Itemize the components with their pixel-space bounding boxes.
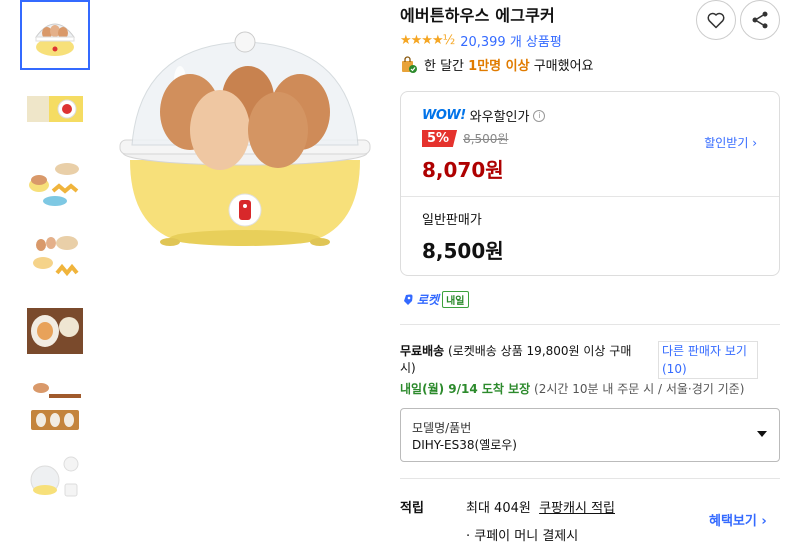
points-max-prefix: 최대 404원 <box>466 501 531 516</box>
model-option-select[interactable]: 모델명/품번 DIHY-ES38(옐로우) <box>400 408 780 462</box>
product-main-image <box>119 31 371 246</box>
popular-bag-icon <box>402 55 417 73</box>
other-sellers-button[interactable]: 다른 판매자 보기 (10) <box>658 341 758 379</box>
switch-closeup-thumbnail-image <box>27 96 83 122</box>
thumbnail-6[interactable] <box>20 370 90 445</box>
popular-highlight: 1만명 이상 <box>468 59 530 74</box>
share-icon <box>752 11 768 29</box>
original-price: 8,500원 <box>463 132 509 146</box>
coupay-note: · 쿠페이 머니 결제시 <box>466 529 579 544</box>
heart-icon <box>707 12 725 29</box>
rocket-delivery-badge: 로켓 내일 <box>400 291 469 308</box>
arrival-date: 내일(월) 9/14 도착 보장 <box>400 382 531 396</box>
coupang-cash-link[interactable]: 쿠팡캐시 적립 <box>539 501 615 516</box>
product-title: 에버튼하우스 에그쿠커 <box>400 6 555 25</box>
egg-tray-thumbnail-image <box>31 382 81 430</box>
info-icon[interactable]: i <box>533 109 546 122</box>
share-button[interactable] <box>740 0 780 40</box>
price-box-divider <box>401 196 779 197</box>
wow-label: 와우할인가 <box>469 110 530 125</box>
thumbnail-4[interactable] <box>20 222 90 292</box>
price-box: WOW! 와우할인가 i 5% 8,500원 8,070원 할인받기 › 일반판… <box>400 91 780 276</box>
popular-suffix: 구매했어요 <box>533 59 594 74</box>
wow-price-label-row: WOW! 와우할인가 i <box>422 106 546 125</box>
white-cooker-thumbnail-image <box>30 456 79 497</box>
option-divider <box>400 478 780 479</box>
review-count-link[interactable]: 20,399 개 상품평 <box>460 31 562 50</box>
wow-logo: WOW! <box>422 108 466 123</box>
popular-purchase-row: 한 달간 1만명 이상 구매했어요 <box>400 55 594 74</box>
thumbnail-7[interactable] <box>20 447 90 509</box>
steamed-dish-thumbnail-image <box>27 308 83 354</box>
egg-cooker-thumbnail-image <box>35 23 75 56</box>
thumbnail-2[interactable] <box>20 75 90 145</box>
wow-price: 8,070원 <box>422 158 504 182</box>
discount-row: 5% 8,500원 <box>422 130 508 147</box>
thumbnail-1[interactable] <box>20 0 90 70</box>
eggs-dishes-thumbnail-image <box>33 236 79 277</box>
normal-price: 8,500원 <box>422 239 504 263</box>
option-label: 모델명/품번 <box>412 421 472 435</box>
get-discount-link[interactable]: 할인받기 › <box>704 134 757 151</box>
arrival-note: (2시간 10분 내 주문 시 / 서울·경기 기준) <box>534 382 745 396</box>
normal-price-label: 일반판매가 <box>422 213 482 228</box>
delivery-estimate: 내일(월) 9/14 도착 보장 (2시간 10분 내 주문 시 / 서울·경기… <box>400 380 744 397</box>
popular-prefix: 한 달간 <box>424 59 465 74</box>
rating-row: ★★★★½ 20,399 개 상품평 <box>400 31 562 50</box>
points-label: 적립 <box>400 501 424 516</box>
cooked-eggs-thumbnail-image <box>29 163 79 206</box>
rocket-label: 로켓 <box>417 293 440 307</box>
rocket-icon <box>402 294 413 305</box>
thumbnail-3[interactable] <box>20 148 90 218</box>
thumbnail-5[interactable] <box>20 296 90 366</box>
shipping-divider <box>400 324 780 325</box>
rating-stars: ★★★★½ <box>400 33 455 48</box>
shipping-info: 무료배송 (로켓배송 상품 19,800원 이상 구매시) <box>400 343 645 377</box>
discount-rate-badge: 5% <box>422 130 458 147</box>
free-shipping-label: 무료배송 <box>400 344 445 358</box>
view-benefits-link[interactable]: 혜택보기 › <box>709 510 767 529</box>
points-max: 최대 404원 쿠팡캐시 적립 <box>466 497 615 516</box>
wishlist-button[interactable] <box>696 0 736 40</box>
caret-down-icon <box>757 431 767 437</box>
option-value: DIHY-ES38(옐로우) <box>412 438 517 452</box>
tomorrow-badge: 내일 <box>442 291 469 308</box>
